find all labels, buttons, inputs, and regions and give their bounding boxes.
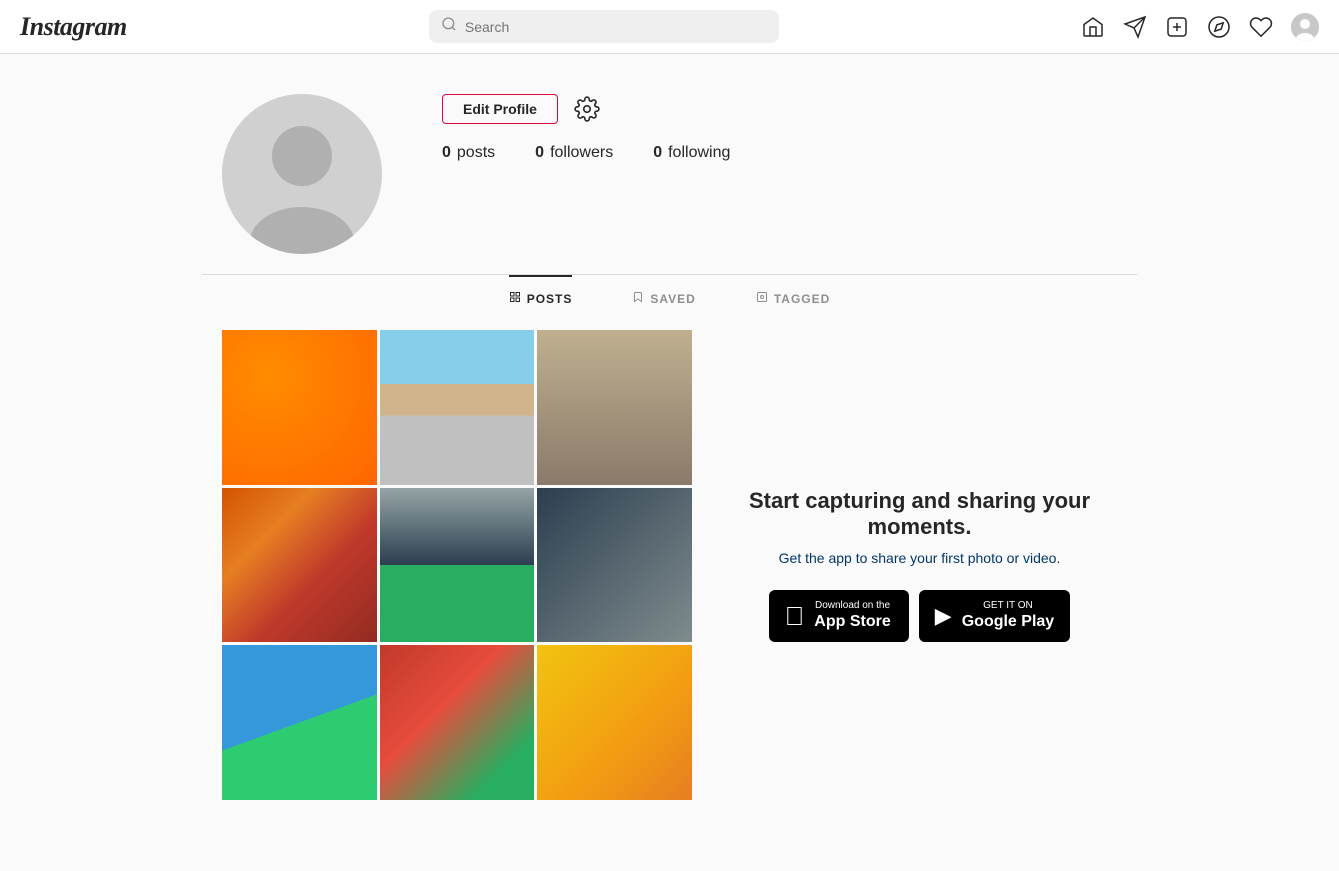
promo-title: Start capturing and sharing your moments… [742,488,1097,540]
apple-icon:  [785,603,805,629]
googleplay-small-text: GET IT ON [962,600,1054,612]
stats-row: 0 posts 0 followers 0 following [442,144,1117,162]
photo-cell[interactable] [380,488,535,643]
photo-cell[interactable] [380,330,535,485]
profile-avatar[interactable] [222,94,382,254]
photo-cell[interactable] [537,330,692,485]
search-icon [441,16,457,37]
grid-icon [509,291,521,306]
search-box [429,10,779,43]
tag-icon [756,291,768,306]
tab-saved[interactable]: SAVED [632,275,695,320]
app-promo: Start capturing and sharing your moments… [722,330,1117,800]
posts-tab-label: POSTS [527,292,573,306]
search-input[interactable] [465,19,767,35]
tab-posts[interactable]: POSTS [509,275,573,320]
photo-cell[interactable] [537,645,692,800]
posts-stat[interactable]: 0 posts [442,144,495,162]
appstore-text: Download on the App Store [814,600,890,631]
tab-tagged[interactable]: TAGGED [756,275,830,320]
following-label: following [668,144,730,162]
photo-cell[interactable] [222,645,377,800]
followers-label: followers [550,144,613,162]
photo-cell[interactable] [537,488,692,643]
appstore-small-text: Download on the [814,600,890,612]
profile-top-row: Edit Profile [442,94,1117,124]
googleplay-button[interactable]: ▶ GET IT ON Google Play [919,590,1070,641]
following-stat[interactable]: 0 following [653,144,730,162]
photo-grid [222,330,692,800]
header: Instagram [0,0,1339,54]
home-icon[interactable] [1081,15,1105,39]
edit-profile-button[interactable]: Edit Profile [442,94,558,124]
likes-icon[interactable] [1249,15,1273,39]
saved-tab-label: SAVED [650,292,695,306]
avatar[interactable] [1291,13,1319,41]
followers-count: 0 [535,144,544,162]
bookmark-icon [632,291,644,306]
nav-icons [1081,13,1319,41]
profile-section: Edit Profile 0 posts 0 followers 0 follo… [202,54,1137,274]
profile-info: Edit Profile 0 posts 0 followers 0 follo… [442,94,1117,162]
tabs-row: POSTS SAVED TAGGED [202,275,1137,320]
instagram-logo: Instagram [20,12,127,42]
posts-count: 0 [442,144,451,162]
photo-cell[interactable] [222,488,377,643]
posts-label: posts [457,144,495,162]
search-container [429,10,779,43]
appstore-large-text: App Store [814,612,890,631]
photo-cell[interactable] [380,645,535,800]
settings-icon[interactable] [574,96,600,122]
googleplay-text: GET IT ON Google Play [962,600,1054,631]
content-area: Start capturing and sharing your moments… [202,320,1137,840]
explore-icon[interactable] [1207,15,1231,39]
tagged-tab-label: TAGGED [774,292,830,306]
send-icon[interactable] [1123,15,1147,39]
followers-stat[interactable]: 0 followers [535,144,613,162]
promo-subtitle: Get the app to share your first photo or… [779,550,1061,566]
googleplay-large-text: Google Play [962,612,1054,631]
following-count: 0 [653,144,662,162]
photo-cell[interactable] [222,330,377,485]
appstore-button[interactable]:  Download on the App Store [769,590,909,641]
app-buttons:  Download on the App Store ▶ GET IT ON … [769,590,1070,641]
googleplay-icon: ▶ [935,605,952,627]
add-icon[interactable] [1165,15,1189,39]
